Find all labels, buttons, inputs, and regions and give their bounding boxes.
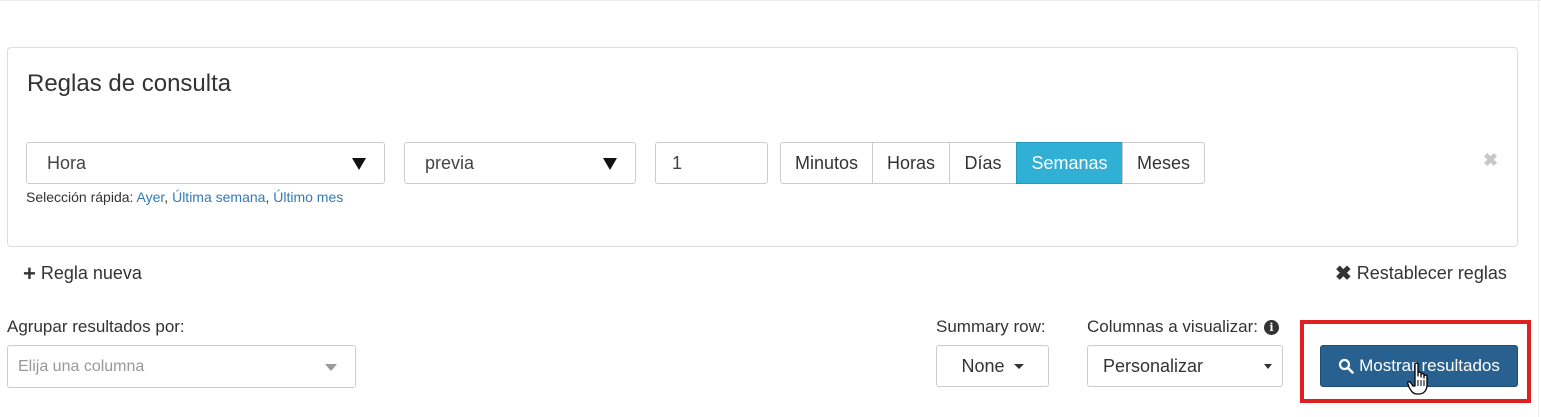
field-select[interactable]: Hora <box>26 142 385 184</box>
quick-link-last-week[interactable]: Última semana <box>172 189 265 205</box>
unit-days-button[interactable]: Días <box>949 142 1017 184</box>
operator-select-value: previa <box>425 153 475 173</box>
search-icon <box>1339 358 1354 374</box>
group-by-label: Agrupar resultados por: <box>7 317 185 336</box>
unit-button-group: Minutos Horas Días Semanas Meses <box>780 142 1205 184</box>
field-select-value: Hora <box>47 153 87 173</box>
unit-months-button[interactable]: Meses <box>1122 142 1205 184</box>
reset-rules-label: Restablecer reglas <box>1356 263 1507 283</box>
panel-title: Reglas de consulta <box>27 70 232 97</box>
reset-rules-button[interactable]: ✖ Restablecer reglas <box>1335 263 1507 284</box>
unit-weeks-button[interactable]: Semanas <box>1016 142 1123 184</box>
close-icon[interactable]: ✖ <box>1483 150 1498 171</box>
hand-cursor-icon <box>1407 362 1428 395</box>
query-rules-panel: Reglas de consulta Hora previa 1 Minutos… <box>7 47 1518 247</box>
info-icon[interactable]: i <box>1264 319 1280 335</box>
columns-label-row: Columnas a visualizar: i <box>1087 317 1280 337</box>
close-icon: ✖ <box>1335 262 1352 285</box>
summary-row-dropdown[interactable]: None <box>936 345 1049 387</box>
unit-hours-button[interactable]: Horas <box>872 142 950 184</box>
group-by-placeholder: Elija una columna <box>18 358 145 375</box>
right-border <box>1538 0 1539 417</box>
quick-select-label: Selección rápida: <box>26 189 134 205</box>
group-by-select[interactable]: Elija una columna <box>7 345 356 388</box>
caret-down-icon <box>1013 363 1024 369</box>
add-rule-label: Regla nueva <box>40 263 142 283</box>
caret-down-icon <box>325 364 337 371</box>
operator-select[interactable]: previa <box>404 142 636 184</box>
unit-minutes-button[interactable]: Minutos <box>780 142 873 184</box>
caret-down-icon <box>1264 364 1272 369</box>
top-border <box>0 0 1541 1</box>
caret-down-icon <box>603 158 617 170</box>
plus-icon: + <box>23 260 36 286</box>
caret-down-icon <box>352 158 366 170</box>
columns-select-value: Personalizar <box>1103 356 1204 376</box>
add-rule-button[interactable]: + Regla nueva <box>23 260 142 286</box>
quick-link-yesterday[interactable]: Ayer <box>137 189 165 205</box>
columns-select[interactable]: Personalizar <box>1087 345 1283 387</box>
value-input[interactable]: 1 <box>655 142 768 184</box>
columns-label: Columnas a visualizar: <box>1087 317 1259 336</box>
summary-row-label: Summary row: <box>936 317 1046 336</box>
quick-link-last-month[interactable]: Último mes <box>273 189 343 205</box>
summary-row-value: None <box>961 355 1005 376</box>
quick-select: Selección rápida: Ayer, Última semana, Ú… <box>26 189 344 205</box>
